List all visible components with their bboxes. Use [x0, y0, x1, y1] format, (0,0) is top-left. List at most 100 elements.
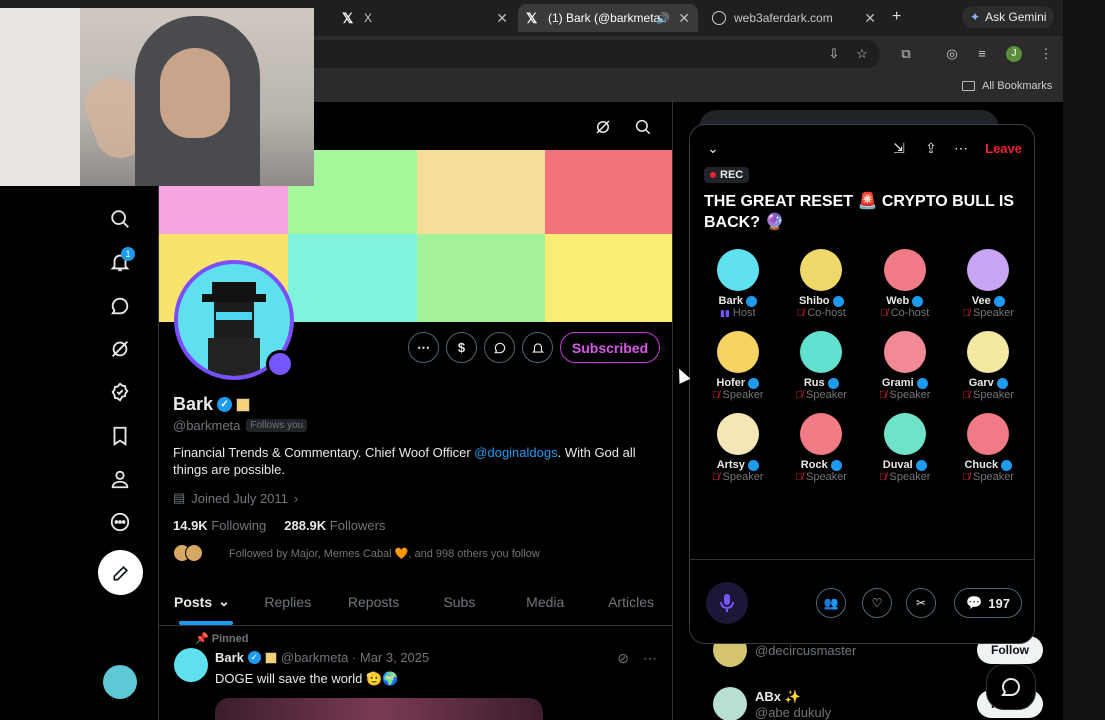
- space-participant[interactable]: Grami 🎙̸ Speaker: [863, 331, 947, 401]
- followers-link[interactable]: 288.9K Followers: [284, 518, 385, 533]
- live-space-badge: [266, 350, 294, 378]
- compose-post-button[interactable]: [98, 550, 143, 595]
- space-participant[interactable]: Web 🎙̸ Co-host: [863, 249, 947, 319]
- tab-articles[interactable]: Articles: [588, 578, 672, 625]
- browser-tab-web3[interactable]: web3aferdark.com ✕: [704, 4, 884, 32]
- browser-menu-icon[interactable]: ⋮: [1038, 46, 1054, 62]
- window-edge: [1063, 0, 1105, 720]
- more-circle-icon[interactable]: [108, 510, 132, 534]
- people-icon[interactable]: 👥: [816, 588, 846, 618]
- participant-name-row: Artsy: [717, 459, 759, 471]
- ask-gemini-button[interactable]: ✦ Ask Gemini: [962, 6, 1055, 28]
- new-tab-button[interactable]: +: [892, 8, 901, 26]
- tab-posts[interactable]: Posts ⌄: [159, 578, 245, 625]
- leave-button[interactable]: Leave: [985, 141, 1022, 156]
- more-options-button[interactable]: ⋯: [408, 332, 439, 363]
- browser-tab-x[interactable]: 𝕏 X ✕: [336, 4, 516, 32]
- following-link[interactable]: 14.9K Following: [173, 518, 266, 533]
- address-bar[interactable]: ⇩ ☆: [300, 40, 880, 68]
- grok-icon[interactable]: [108, 337, 132, 361]
- pinned-label: 📌 Pinned: [195, 633, 249, 645]
- bio-mention-link[interactable]: @doginaldogs: [474, 445, 557, 460]
- minimize-icon[interactable]: ⇲: [890, 139, 908, 157]
- post-author-name[interactable]: Bark: [215, 650, 244, 665]
- profile-tabs: Posts ⌄ Replies Reposts Subs Media Articles: [159, 578, 672, 626]
- reaction-heart-icon[interactable]: ♡: [862, 588, 892, 618]
- premium-badge-icon[interactable]: [108, 380, 132, 404]
- messages-fab[interactable]: [986, 664, 1036, 710]
- install-icon[interactable]: ⇩: [826, 46, 842, 62]
- space-participant[interactable]: Hofer 🎙̸ Speaker: [696, 331, 780, 401]
- participant-avatar: [967, 331, 1010, 373]
- clip-scissors-icon[interactable]: ✂: [906, 588, 936, 618]
- grok-icon[interactable]: [594, 118, 612, 136]
- mic-muted-icon: 🎙̸: [795, 471, 804, 483]
- microphone-button[interactable]: [706, 582, 748, 624]
- space-participant[interactable]: Artsy 🎙̸ Speaker: [696, 413, 780, 483]
- space-participant[interactable]: Rus 🎙̸ Speaker: [780, 331, 864, 401]
- joined-date[interactable]: ▤ Joined July 2011 ›: [173, 490, 298, 506]
- search-icon[interactable]: [108, 207, 132, 231]
- extension-icon[interactable]: ◎: [944, 46, 960, 62]
- tab-reposts[interactable]: Reposts: [331, 578, 417, 625]
- profile-icon[interactable]: [108, 467, 132, 491]
- post-actions: ⊘ ⋯: [617, 650, 657, 667]
- mic-muted-icon: 🎙̸: [962, 471, 971, 483]
- participant-name: Garv: [968, 377, 994, 389]
- profile-name-row: Bark ✓: [173, 394, 251, 415]
- x-logo-icon: 𝕏: [342, 10, 354, 26]
- tip-dollar-button[interactable]: $: [446, 332, 477, 363]
- space-participant[interactable]: Rock 🎙̸ Speaker: [780, 413, 864, 483]
- close-icon[interactable]: ✕: [864, 10, 876, 27]
- all-bookmarks-button[interactable]: All Bookmarks: [962, 80, 1052, 92]
- participant-role-row: 🎙̸ Speaker: [963, 307, 1014, 319]
- notify-bell-button[interactable]: [522, 332, 553, 363]
- chevron-down-icon[interactable]: ⌄: [704, 139, 722, 157]
- followed-by-row[interactable]: Followed by Major, Memes Cabal 🧡, and 99…: [173, 544, 540, 562]
- subscribed-button[interactable]: Subscribed: [560, 332, 660, 363]
- verified-badge-icon: [830, 459, 842, 471]
- more-icon[interactable]: ⋯: [643, 650, 657, 667]
- post-media[interactable]: [215, 698, 543, 720]
- verified-badge-icon: [827, 377, 839, 389]
- recording-badge: REC: [704, 167, 750, 183]
- participant-role: Co-host: [890, 307, 930, 319]
- mic-muted-icon: 🎙̸: [962, 389, 971, 401]
- participant-role: Host: [732, 307, 756, 319]
- space-participant[interactable]: Shibo 🎙̸ Co-host: [780, 249, 864, 319]
- post-author-avatar[interactable]: [174, 648, 208, 682]
- browser-tab-bark[interactable]: 𝕏 (1) Bark (@barkmeta 🔊 ✕: [518, 4, 698, 32]
- affiliate-badge-icon: [264, 651, 277, 664]
- space-participant[interactable]: Garv 🎙̸ Speaker: [947, 331, 1031, 401]
- pinned-text: Pinned: [211, 633, 249, 645]
- space-participant[interactable]: Bark ▮▮ Host: [696, 249, 780, 319]
- account-avatar[interactable]: [103, 665, 137, 699]
- mic-muted-icon: 🎙̸: [796, 307, 805, 319]
- reading-list-icon[interactable]: ≡: [974, 46, 990, 62]
- participant-avatar: [967, 413, 1010, 455]
- browser-profile-avatar[interactable]: J: [1006, 46, 1022, 62]
- space-participant[interactable]: Chuck 🎙̸ Speaker: [947, 413, 1031, 483]
- tab-subs[interactable]: Subs: [416, 578, 502, 625]
- grok-icon[interactable]: ⊘: [617, 650, 629, 667]
- bookmarks-icon[interactable]: [108, 424, 132, 448]
- comments-button[interactable]: 💬 197: [954, 588, 1022, 618]
- message-button[interactable]: [484, 332, 515, 363]
- more-icon[interactable]: ⋯: [952, 139, 970, 157]
- webcam-background: [0, 8, 80, 186]
- share-icon[interactable]: ⇪: [922, 139, 940, 157]
- mic-muted-icon: 🎙̸: [879, 389, 887, 401]
- x-left-nav: [0, 186, 158, 720]
- close-icon[interactable]: ✕: [678, 10, 690, 27]
- bookmark-star-icon[interactable]: ☆: [854, 46, 870, 62]
- tab-media[interactable]: Media: [502, 578, 588, 625]
- space-participant[interactable]: Duval 🎙̸ Speaker: [863, 413, 947, 483]
- close-icon[interactable]: ✕: [496, 10, 508, 27]
- bio-text: Financial Trends & Commentary. Chief Woo…: [173, 445, 475, 460]
- search-icon[interactable]: [634, 118, 652, 136]
- space-participant[interactable]: Vee 🎙̸ Speaker: [947, 249, 1031, 319]
- extensions-icon[interactable]: ⧉: [898, 46, 914, 62]
- participant-role-row: 🎙̸ Co-host: [880, 307, 929, 319]
- tab-replies[interactable]: Replies: [245, 578, 331, 625]
- chat-icon[interactable]: [108, 294, 132, 318]
